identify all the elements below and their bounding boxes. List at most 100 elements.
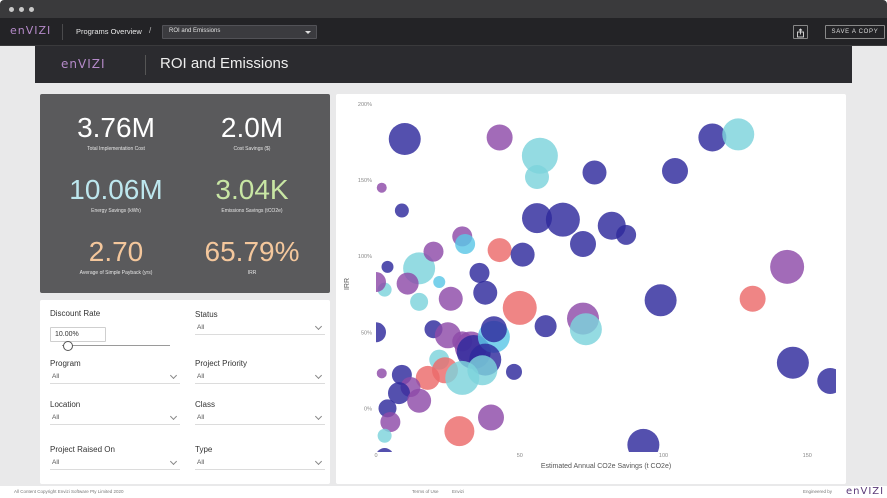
scatter-bubble[interactable] xyxy=(394,203,409,218)
scatter-bubble[interactable] xyxy=(381,260,394,273)
class-value: All xyxy=(197,414,205,421)
kpi-value-irr: 65.79% xyxy=(204,236,300,267)
scatter-bubble[interactable] xyxy=(376,182,387,193)
y-tick-label: 100% xyxy=(358,254,372,260)
window-close-dot[interactable] xyxy=(9,7,14,12)
scatter-bubble[interactable] xyxy=(469,262,490,283)
scatter-bubble[interactable] xyxy=(487,238,512,263)
class-dropdown[interactable]: All xyxy=(195,412,325,425)
project-priority-label: Project Priority xyxy=(195,359,248,368)
scatter-bubble[interactable] xyxy=(480,316,507,343)
scatter-bubble[interactable] xyxy=(776,346,809,379)
scatter-bubble[interactable] xyxy=(388,123,421,155)
window-zoom-dot[interactable] xyxy=(29,7,34,12)
scatter-bubble[interactable] xyxy=(662,157,688,184)
scatter-bubble[interactable] xyxy=(438,286,463,311)
scatter-bubble[interactable] xyxy=(698,123,727,152)
save-a-copy-button[interactable]: SAVE A COPY xyxy=(825,25,885,39)
scatter-bubble[interactable] xyxy=(467,355,498,386)
scatter-bubble[interactable] xyxy=(376,448,394,466)
scatter-bubble[interactable] xyxy=(433,276,446,289)
scatter-bubble[interactable] xyxy=(366,272,386,293)
scatter-bubble[interactable] xyxy=(739,285,766,312)
kpi-label-irr: IRR xyxy=(247,270,257,276)
y-tick-label: 150% xyxy=(358,178,372,184)
program-dropdown[interactable]: All xyxy=(50,371,180,384)
project-raised-on-value: All xyxy=(52,459,60,466)
scatter-bubble[interactable] xyxy=(770,249,805,284)
type-value: All xyxy=(197,459,205,466)
project-raised-on-label: Project Raised On xyxy=(50,445,115,454)
scatter-bubble[interactable] xyxy=(396,272,419,295)
kpi-value-simple-payback: 2.70 xyxy=(88,236,144,267)
scatter-bubble[interactable] xyxy=(510,242,535,267)
breadcrumb-separator: / xyxy=(149,26,152,35)
envizi-logo[interactable]: enVIZI xyxy=(10,24,51,37)
scatter-bubble[interactable] xyxy=(455,234,476,254)
chevron-down-icon xyxy=(169,457,178,466)
scatter-bubble[interactable] xyxy=(423,241,444,262)
type-dropdown[interactable]: All xyxy=(195,457,325,470)
share-icon xyxy=(797,28,804,38)
discount-rate-input[interactable]: 10.00% xyxy=(50,327,106,342)
scatter-bubble[interactable] xyxy=(410,292,429,311)
kpi-panel: 3.76M Total Implementation Cost 2.0M Cos… xyxy=(40,94,330,293)
x-axis-label: Estimated Annual CO2e Savings (t CO2e) xyxy=(541,463,671,470)
project-priority-dropdown[interactable]: All xyxy=(195,371,325,384)
footer: All Content Copyright Envizi Software Pt… xyxy=(0,486,887,498)
kpi-label-implementation-cost: Total Implementation Cost xyxy=(87,146,145,152)
status-label: Status xyxy=(195,310,218,319)
header-divider xyxy=(145,55,146,75)
scatter-bubble[interactable] xyxy=(817,367,843,394)
kpi-label-energy-savings: Energy Savings (kWh) xyxy=(91,208,141,214)
scatter-bubble[interactable] xyxy=(627,428,660,461)
report-select-value: ROI and Emissions xyxy=(169,28,221,34)
kpi-label-simple-payback: Average of Simple Payback (yrs) xyxy=(79,270,153,276)
kpi-label-emissions-savings: Emissions Savings (tCO2e) xyxy=(221,208,283,214)
status-dropdown[interactable]: All xyxy=(195,322,325,335)
location-dropdown[interactable]: All xyxy=(50,412,180,425)
scatter-bubble[interactable] xyxy=(486,124,513,151)
scatter-bubble[interactable] xyxy=(444,416,475,447)
chevron-down-icon xyxy=(314,412,323,421)
program-label: Program xyxy=(50,359,81,368)
footer-envizi-logo: enVIZI xyxy=(846,486,885,497)
x-tick-label: 0 xyxy=(374,453,377,459)
scatter-bubble[interactable] xyxy=(478,404,504,431)
scatter-bubble[interactable] xyxy=(525,165,549,190)
scatter-bubble[interactable] xyxy=(570,231,596,257)
scatter-bubble[interactable] xyxy=(545,202,580,237)
main-content: enVIZI ROI and Emissions 3.76M Total Imp… xyxy=(0,46,887,486)
report-select[interactable]: ROI and Emissions xyxy=(162,25,317,39)
scatter-bubble[interactable] xyxy=(722,118,755,151)
y-tick-label: 50% xyxy=(361,330,372,336)
scatter-bubble[interactable] xyxy=(616,224,637,245)
status-value: All xyxy=(197,324,205,331)
scatter-bubble[interactable] xyxy=(376,368,387,379)
envizi-footer-link[interactable]: Envizi xyxy=(452,489,464,494)
kpi-label-cost-savings: Cost Savings ($) xyxy=(233,146,271,152)
report-header: enVIZI ROI and Emissions xyxy=(35,46,852,83)
breadcrumb-programs-overview[interactable]: Programs Overview xyxy=(76,27,142,36)
scatter-bubble[interactable] xyxy=(502,290,537,325)
kpi-value-cost-savings: 2.0M xyxy=(220,112,284,143)
kpi-value-implementation-cost: 3.76M xyxy=(77,112,155,143)
discount-rate-slider-thumb[interactable] xyxy=(63,341,74,351)
y-tick-label: 0% xyxy=(364,406,372,412)
terms-of-use-link[interactable]: Terms of Use xyxy=(412,489,439,494)
window-minimize-dot[interactable] xyxy=(19,7,24,12)
scatter-chart[interactable]: 0% 50% 100% 150% 200% 0 50 100 150 Estimated Annu… xyxy=(336,94,846,484)
project-raised-on-dropdown[interactable]: All xyxy=(50,457,180,470)
scatter-chart-panel: 0% 50% 100% 150% 200% 0 50 100 150 Estimated Annu… xyxy=(336,94,846,484)
scatter-bubble[interactable] xyxy=(644,284,677,317)
chevron-down-icon xyxy=(169,412,178,421)
scatter-bubble[interactable] xyxy=(534,315,557,338)
share-button[interactable] xyxy=(793,25,808,39)
scatter-bubble[interactable] xyxy=(407,388,432,413)
scatter-bubble[interactable] xyxy=(377,428,392,443)
scatter-bubble[interactable] xyxy=(569,313,602,346)
scatter-bubble[interactable] xyxy=(506,363,522,380)
scatter-bubble[interactable] xyxy=(473,280,498,305)
scatter-bubble[interactable] xyxy=(582,160,607,185)
discount-rate-slider-track[interactable] xyxy=(62,345,170,346)
